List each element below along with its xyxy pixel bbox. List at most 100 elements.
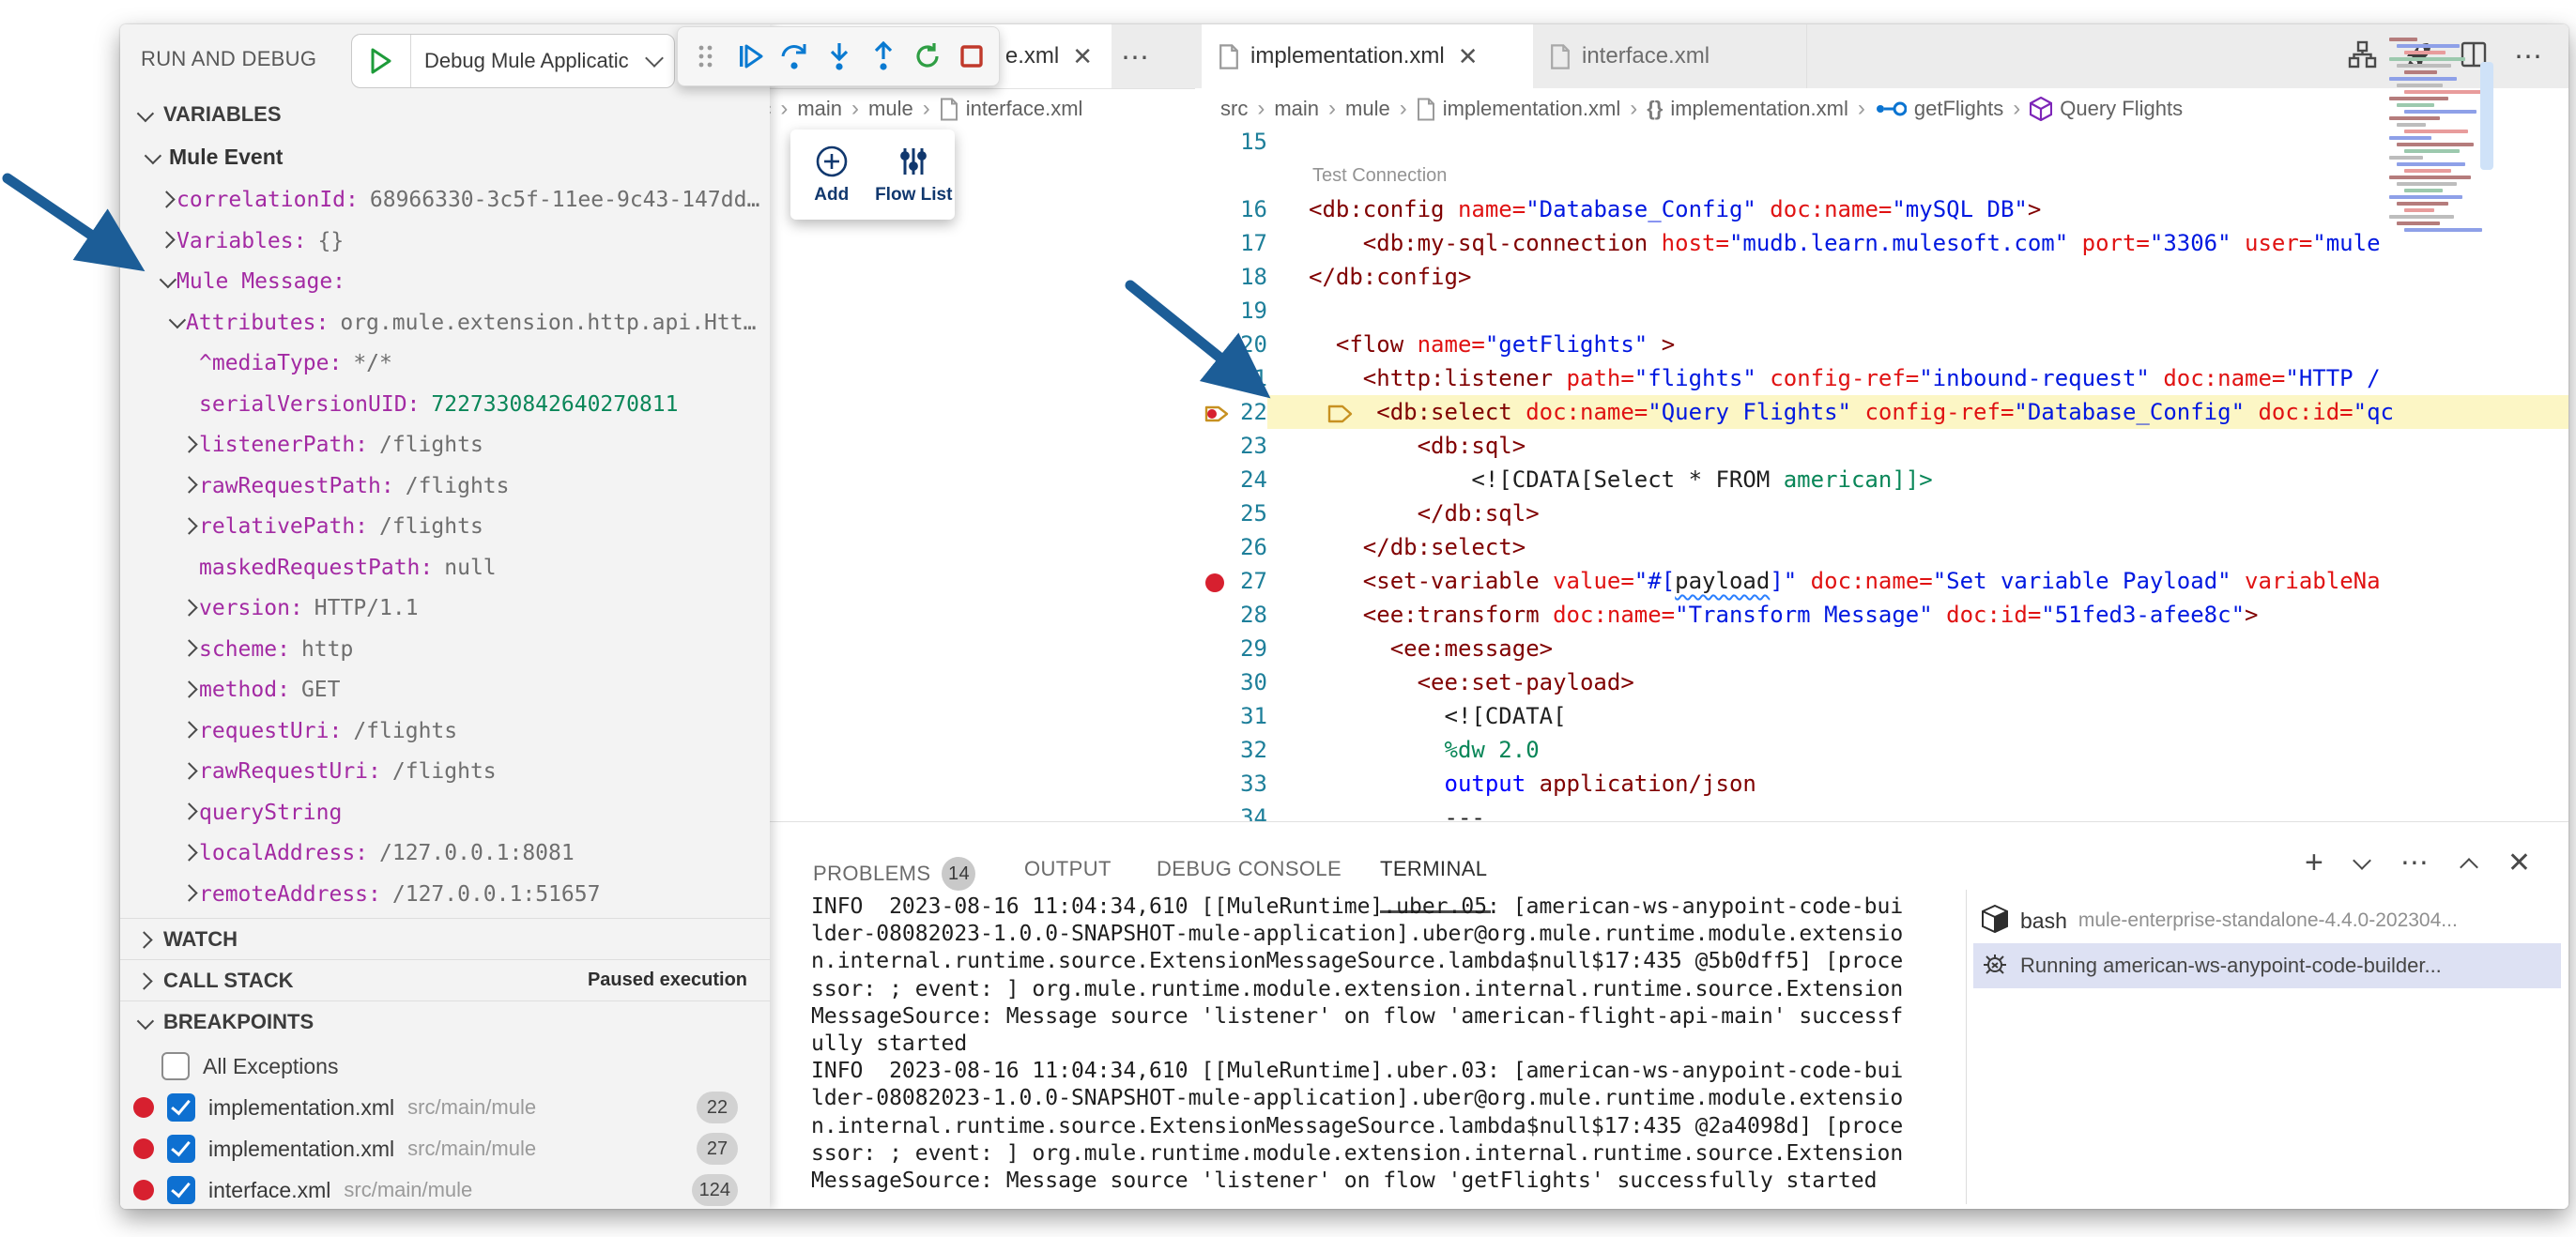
breakpoint-checkbox[interactable] [167,1093,195,1122]
breadcrumb-item[interactable]: interface.xml [940,97,1082,121]
start-debug-button[interactable] [352,35,411,87]
breakpoint-checkbox[interactable] [167,1176,195,1204]
editor-tabstrip: implementation.xml ✕ interface.xml ⋯ [1195,24,2568,88]
minimap-slider[interactable] [2480,62,2493,170]
breadcrumb-item[interactable]: implementation.xml [1417,97,1620,121]
stop-icon[interactable] [957,40,986,72]
launch-config-label: Debug Mule Applicatic [424,49,629,72]
code-line-28[interactable]: 28 <ee:transform doc:name="Transform Mes… [1202,598,2568,632]
panel-tab-debug-console[interactable]: DEBUG CONSOLE [1157,857,1342,881]
more-actions-icon[interactable]: ⋯ [2514,40,2542,73]
breadcrumb-item[interactable]: {} implementation.xml [1647,97,1848,121]
code-area[interactable]: 15 Test Connection 16 <db:config name="Data… [1202,125,2568,821]
breadcrumb-item[interactable]: getFlights [1875,97,2003,121]
section-breakpoints[interactable]: BREAKPOINTS [120,1000,770,1042]
code-line-16[interactable]: 16 <db:config name="Database_Config" doc:… [1202,192,2568,226]
tree-item-mule-event[interactable]: Mule Event [144,135,283,178]
breadcrumb-item[interactable]: mule [868,97,913,121]
step-out-icon[interactable] [868,40,897,72]
variable-row-rawrequestpath[interactable]: rawRequestPath:/flights [120,466,828,507]
codelens[interactable]: Test Connection [1202,159,2568,192]
add-icon [816,145,848,177]
variable-row-querystring[interactable]: queryString [120,792,828,833]
section-variables[interactable]: VARIABLES [120,94,770,135]
variable-row-requesturi[interactable]: requestUri:/flights [120,710,828,752]
flow-list-button[interactable]: Flow List [873,130,956,220]
variable-row-attributes[interactable]: Attributes: org.mule.extension.http.api.H… [120,302,815,344]
code-line-19[interactable]: 19 [1202,294,2568,328]
variable-row-relativepath[interactable]: relativePath:/flights [120,506,828,547]
code-line-24[interactable]: 24 <![CDATA[Select * FROM american]]> [1202,463,2568,496]
section-call-stack[interactable]: CALL STACK Paused execution [120,959,770,1000]
code-line-23[interactable]: 23 <db:sql> [1202,429,2568,463]
variable-row-remoteaddress[interactable]: remoteAddress:/127.0.0.1:51657 [120,874,828,915]
tab-interface-xml[interactable]: interface.xml [1533,24,1807,88]
code-line-20[interactable]: 20 <flow name="getFlights" > [1202,328,2568,361]
code-line-26[interactable]: 26 </db:select> [1202,530,2568,564]
code-line-29[interactable]: 29 <ee:message> [1202,632,2568,665]
section-watch[interactable]: WATCH [120,918,770,959]
breakpoint-row[interactable]: implementation.xml src/main/mule 22 [120,1087,770,1128]
variable-row-serialversionuid[interactable]: serialVersionUID: 7227330842640270811 [120,384,828,425]
line-number: 27 [1240,568,1267,594]
breadcrumb-item[interactable]: Query Flights [2030,97,2183,121]
variable-row-version[interactable]: version: HTTP/1.1 [120,588,828,629]
code-line-22[interactable]: 22 <db:select doc:name="Query Flights" c… [1202,395,2568,429]
variable-row-method[interactable]: method: GET [120,669,828,710]
code-line-33[interactable]: 33 output application/json [1202,767,2568,801]
flow-diagram-icon[interactable] [2347,39,2377,74]
all-exceptions-checkbox[interactable] [161,1052,190,1080]
variable-row-mule message[interactable]: Mule Message: [120,261,805,302]
code-line-17[interactable]: 17 <db:my-sql-connection host="mudb.lear… [1202,226,2568,260]
close-panel-icon[interactable]: ✕ [2507,847,2531,879]
breakpoint-checkbox[interactable] [167,1135,195,1163]
breadcrumb-item[interactable]: main [797,97,842,121]
code-line-32[interactable]: 32 %dw 2.0 [1202,733,2568,767]
all-exceptions-row[interactable]: All Exceptions [120,1046,770,1087]
breadcrumb-item[interactable]: mule [1345,97,1390,121]
panel-more-icon[interactable]: ⋯ [2400,847,2430,879]
minimap[interactable] [2389,38,2485,235]
code-line-27[interactable]: 27 <set-variable value="#[payload]" doc:… [1202,564,2568,598]
code-line-21[interactable]: 21 <http:listener path="flights" config-… [1202,361,2568,395]
close-icon[interactable]: ✕ [1070,42,1095,71]
variable-row-mediatype[interactable]: ^mediaType: */* [120,343,828,384]
more-actions-icon[interactable]: ⋯ [1121,41,1151,74]
close-icon[interactable]: ✕ [1456,42,1480,71]
continue-icon[interactable] [735,40,764,72]
code-line-25[interactable]: 25 </db:sql> [1202,496,2568,530]
breakpoint-icon [133,1097,154,1118]
code-line-30[interactable]: 30 <ee:set-payload> [1202,665,2568,699]
terminal-dropdown-icon[interactable] [2352,850,2371,870]
breadcrumb-item[interactable]: main [1274,97,1319,121]
variable-row-listenerpath[interactable]: listenerPath:/flights [120,424,828,466]
variable-row-maskedrequestpath[interactable]: maskedRequestPath: null [120,547,828,588]
step-into-icon[interactable] [824,40,853,72]
panel-tab-terminal[interactable]: TERMINAL [1380,857,1487,881]
breakpoint-row[interactable]: implementation.xml src/main/mule 27 [120,1128,770,1169]
panel-tab-problems[interactable]: PROBLEMS 14 [813,857,976,891]
step-over-icon[interactable] [779,40,809,72]
drag-grip-icon[interactable] [691,40,720,72]
variable-row-correlationid[interactable]: correlationId: 68966330-3c5f-11ee-9c43-14… [120,179,805,221]
restart-icon[interactable] [912,40,942,72]
code-line-31[interactable]: 31 <![CDATA[ [1202,699,2568,733]
variable-row-localaddress[interactable]: localAddress:/127.0.0.1:8081 [120,832,828,874]
breadcrumb-item[interactable]: src [1220,97,1248,121]
variable-row-scheme[interactable]: scheme: http [120,629,828,670]
breakpoint-row[interactable]: interface.xml src/main/mule 124 [120,1169,770,1209]
code-line-18[interactable]: 18 </db:config> [1202,260,2568,294]
maximize-panel-icon[interactable] [2459,853,2478,877]
variable-row-variables[interactable]: Variables:{} [120,221,805,262]
breadcrumb-separator: › [1399,96,1407,121]
new-terminal-icon[interactable]: + [2305,845,2323,881]
terminal-item-2[interactable]: Running american-ws-anypoint-code-builde… [1973,943,2561,988]
tab-implementation-xml[interactable]: implementation.xml ✕ [1202,24,1533,88]
panel-tab-output[interactable]: OUTPUT [1024,857,1112,881]
code-line-15[interactable]: 15 [1202,125,2568,159]
terminal-output[interactable]: INFO 2023-08-16 11:04:34,610 [[MuleRunti… [811,893,1956,1195]
code-line-34[interactable]: 34 --- [1202,801,2568,821]
variable-row-rawrequesturi[interactable]: rawRequestUri:/flights [120,751,828,792]
launch-config-dropdown[interactable]: Debug Mule Applicatic [411,35,674,87]
terminal-item-1[interactable]: $ bash mule-enterprise-standalone-4.4.0-20… [1973,898,2561,943]
